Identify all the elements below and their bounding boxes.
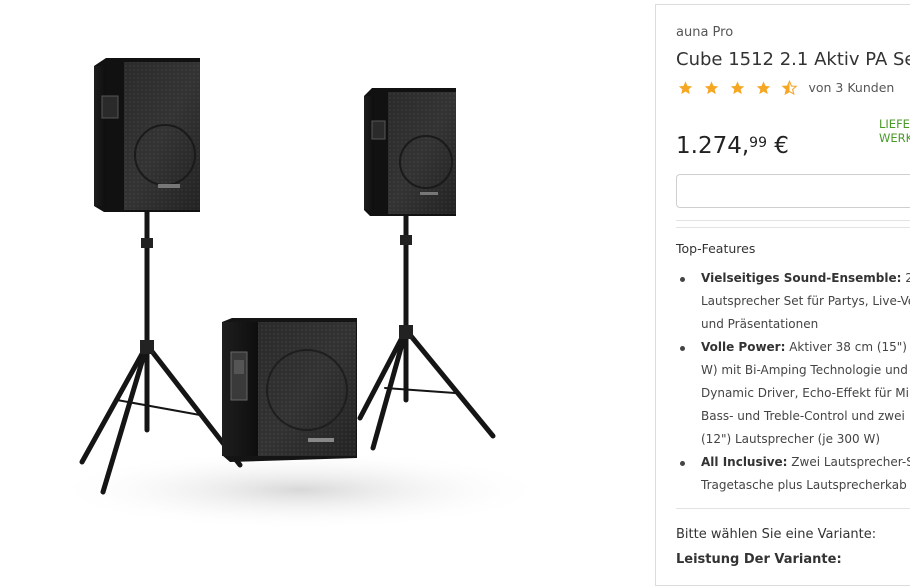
feature-text-line: (12") Lautsprecher (je 300 W)	[701, 432, 881, 446]
feature-title: Vielseitiges Sound-Ensemble:	[701, 271, 902, 285]
price-main: 1.274,	[676, 133, 750, 159]
feature-text: Zwei Lautsprecher-St	[787, 455, 910, 469]
feature-text-line: W) mit Bi-Amping Technologie und	[701, 363, 908, 377]
feature-text-line: und Präsentationen	[701, 317, 819, 331]
left-top-speaker	[94, 58, 200, 212]
brand-name[interactable]: auna Pro	[676, 25, 733, 40]
feature-text-line: Tragetasche plus Lautsprecherkab	[701, 478, 907, 492]
half-star-icon	[781, 79, 798, 95]
product-info-panel: auna Pro Cube 1512 2.1 Aktiv PA Set von …	[655, 4, 910, 586]
subwoofer	[222, 318, 357, 462]
divider	[676, 220, 910, 221]
product-title: Cube 1512 2.1 Aktiv PA Set	[676, 49, 910, 70]
divider	[676, 227, 910, 228]
star-icon	[704, 80, 719, 94]
feature-text: 2.1	[905, 271, 910, 285]
star-icon	[731, 80, 745, 94]
product-image[interactable]	[0, 0, 655, 561]
star-icon	[678, 80, 693, 94]
feature-text-line: Dynamic Driver, Echo-Effekt für Mik	[701, 386, 910, 400]
right-top-speaker	[364, 88, 456, 216]
delivery-line-1: LIEFE	[879, 117, 910, 131]
feature-title: All Inclusive:	[701, 455, 788, 469]
variant-power-label: Leistung Der Variante:	[676, 552, 842, 567]
variant-prompt: Bitte wählen Sie eine Variante:	[676, 527, 877, 542]
delivery-line-2: WERK	[879, 131, 910, 145]
list-item: Volle Power: Aktiver 38 cm (15") Su	[676, 336, 910, 359]
price: 1.274,99 €	[676, 133, 789, 159]
feature-text-line: Bass- und Treble-Control und zwei	[701, 409, 905, 423]
feature-title: Volle Power:	[701, 340, 786, 354]
rating[interactable]: von 3 Kunden	[676, 77, 894, 95]
top-features-heading: Top-Features	[676, 241, 756, 256]
price-currency: €	[774, 133, 789, 159]
list-item: All Inclusive: Zwei Lautsprecher-St	[676, 451, 910, 474]
rating-count: von 3 Kunden	[808, 80, 895, 95]
left-tripod	[79, 209, 243, 495]
delivery-status: LIEFE WERK	[879, 117, 910, 145]
star-icon	[757, 80, 771, 94]
features-list: Vielseitiges Sound-Ensemble: 2.1 Lautspr…	[676, 267, 910, 497]
list-item: Vielseitiges Sound-Ensemble: 2.1	[676, 267, 910, 290]
variant-select-box[interactable]	[676, 174, 910, 208]
feature-text-line: Lautsprecher Set für Partys, Live-Ve	[701, 294, 910, 308]
price-cents: 99	[749, 135, 767, 151]
speaker-set-illustration	[50, 58, 550, 530]
divider	[676, 508, 910, 509]
right-tripod	[357, 211, 496, 451]
feature-text: Aktiver 38 cm (15") Su	[789, 340, 910, 354]
